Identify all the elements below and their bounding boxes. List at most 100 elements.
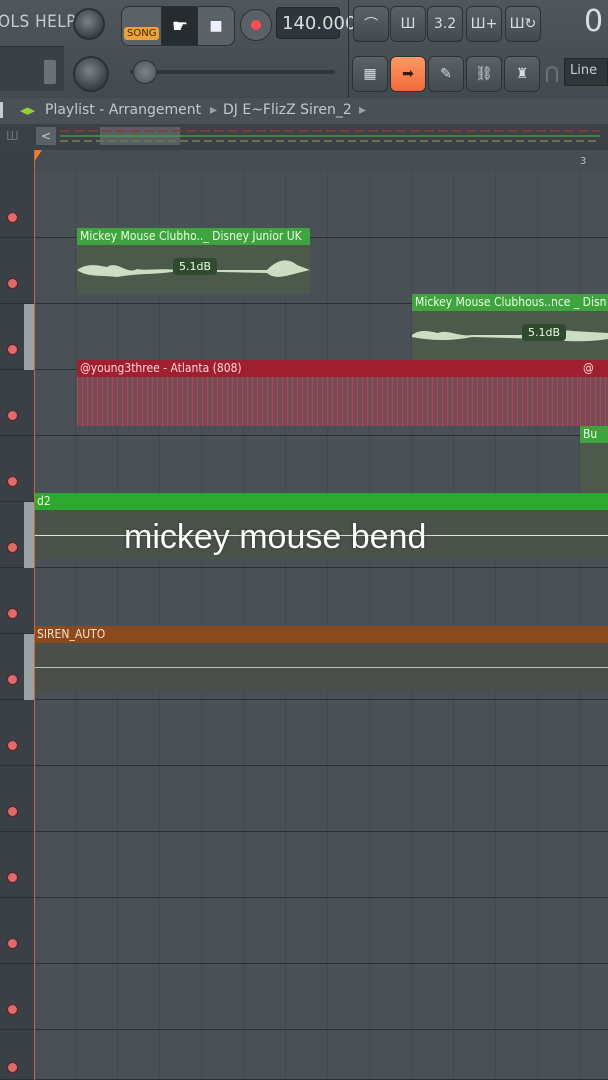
track-lane[interactable] [34, 700, 608, 766]
arrow-left-right-icon[interactable]: ◂▸ [20, 101, 35, 119]
tempo-value: 140.000 [282, 12, 357, 34]
video-caption: mickey mouse bend [124, 518, 427, 556]
song-mode-button[interactable] [121, 6, 163, 46]
track-header[interactable] [0, 700, 34, 766]
audio-clip[interactable]: @young3three - Atlanta (808) [77, 360, 580, 426]
gain-badge: 5.1dB [522, 324, 567, 341]
pattern-name[interactable]: DJ E~FlizZ Siren_2 [223, 102, 352, 118]
waveform: 5.1dB [412, 311, 608, 360]
mute-led[interactable] [7, 542, 18, 553]
snap-select[interactable]: Line [564, 58, 608, 86]
record-button[interactable] [240, 9, 272, 41]
stop-icon: ■ [209, 18, 223, 34]
mute-led[interactable] [7, 410, 18, 421]
stop-button[interactable]: ■ [197, 6, 235, 46]
breadcrumb-sep-icon: ▸ [210, 102, 218, 118]
clip-title: Mickey Mouse Clubho.._ Disney Junior UK [77, 228, 310, 245]
record-icon [251, 20, 261, 30]
clip-title: SIREN_AUTO [34, 626, 608, 643]
mute-led[interactable] [7, 1004, 18, 1015]
tempo-display[interactable]: 140.000 [276, 7, 356, 39]
mute-led[interactable] [7, 872, 18, 883]
track-select-bar[interactable] [24, 304, 34, 370]
wait-input-button[interactable]: Ш [390, 6, 426, 42]
track-header[interactable] [0, 436, 34, 502]
track-select-bar[interactable] [24, 634, 34, 700]
clip-title: Bu [580, 426, 608, 443]
waveform [580, 377, 608, 426]
pencil-tool-button[interactable]: ✎ [428, 56, 464, 92]
track-header[interactable] [0, 1030, 34, 1080]
audio-clip[interactable]: Mickey Mouse Clubhous..nce _ Disn 5.1dB [412, 294, 608, 360]
overview-strip[interactable]: Ш < [0, 124, 608, 150]
clip-title: @young3three - Atlanta (808) [77, 360, 580, 377]
mute-led[interactable] [7, 212, 18, 223]
arrow-right-icon: ➡ [402, 66, 414, 82]
mute-led[interactable] [7, 938, 18, 949]
mute-led[interactable] [7, 476, 18, 487]
main-slider[interactable] [130, 60, 335, 84]
mute-led[interactable] [7, 740, 18, 751]
step-edit-icon: Ш+ [470, 16, 498, 32]
track-lane[interactable] [34, 766, 608, 832]
track-header[interactable] [0, 898, 34, 964]
track-header[interactable] [0, 766, 34, 832]
slider-handle[interactable] [133, 60, 157, 84]
mute-led[interactable] [7, 674, 18, 685]
toolbar: OLS HELP SONG ☛ ■ 140.000 ⌒ Ш 3.2 Ш+ Ш↻ … [0, 0, 608, 99]
toolbar-divider [348, 0, 349, 98]
gain-badge: 5.1dB [173, 258, 218, 275]
bar-number: 3 [580, 156, 587, 167]
track-header[interactable] [0, 634, 34, 700]
overview-clips-red [60, 130, 600, 132]
mute-led[interactable] [7, 278, 18, 289]
mute-led[interactable] [7, 608, 18, 619]
clip-title: @ [580, 360, 608, 377]
track-header[interactable] [0, 832, 34, 898]
master-volume-knob[interactable] [73, 8, 105, 40]
playlist-header: ◂▸ Playlist - Arrangement ▸ DJ E~FlizZ S… [0, 98, 608, 125]
playlist-button[interactable]: ▦ [352, 56, 388, 92]
loop-record-button[interactable]: Ш↻ [505, 6, 541, 42]
step-edit-button[interactable]: Ш+ [466, 6, 502, 42]
track-lane[interactable] [34, 568, 608, 634]
countdown-button[interactable]: 3.2 [427, 6, 463, 42]
playhead-marker-icon[interactable] [34, 150, 42, 162]
audio-clip[interactable]: @ [580, 360, 608, 426]
track-header[interactable] [0, 238, 34, 304]
mute-led[interactable] [7, 344, 18, 355]
mute-led[interactable] [7, 806, 18, 817]
audio-clip[interactable]: Bu [580, 426, 608, 492]
track-select-bar[interactable] [24, 502, 34, 568]
play-button[interactable]: ☛ [161, 6, 199, 46]
automation-line [34, 667, 608, 668]
link-button[interactable]: ⛓ [466, 56, 502, 92]
track-header[interactable] [0, 370, 34, 436]
playhead-line [34, 150, 35, 1080]
track-lane[interactable] [34, 964, 608, 1030]
metronome-button[interactable]: ⌒ [353, 6, 389, 42]
automation-clip[interactable]: SIREN_AUTO [34, 626, 608, 692]
menu-tools-help[interactable]: OLS HELP [0, 12, 76, 32]
magnet-icon[interactable] [546, 66, 558, 82]
chevron-right-icon: ▸ [359, 102, 367, 118]
hat-button[interactable]: ♜ [504, 56, 540, 92]
track-lane[interactable] [34, 1030, 608, 1080]
track-header[interactable] [0, 304, 34, 370]
track-lane[interactable] [34, 898, 608, 964]
metronome-icon: ⌒ [364, 17, 378, 33]
track-header[interactable] [0, 964, 34, 1030]
scroll-left-button[interactable]: < [36, 127, 56, 145]
track-header[interactable] [0, 172, 34, 238]
track-lane[interactable] [34, 832, 608, 898]
wait-icon: Ш [400, 16, 416, 32]
track-header[interactable] [0, 568, 34, 634]
track-header[interactable] [0, 502, 34, 568]
timeline-ruler[interactable]: 3 [34, 150, 608, 173]
mute-led[interactable] [7, 1062, 18, 1073]
fader-icon[interactable] [44, 60, 56, 84]
snap-arrow-button[interactable]: ➡ [390, 56, 426, 92]
playlist-title: Playlist - Arrangement [45, 102, 202, 118]
master-pitch-knob[interactable] [73, 56, 109, 92]
audio-clip[interactable]: Mickey Mouse Clubho.._ Disney Junior UK … [77, 228, 310, 294]
